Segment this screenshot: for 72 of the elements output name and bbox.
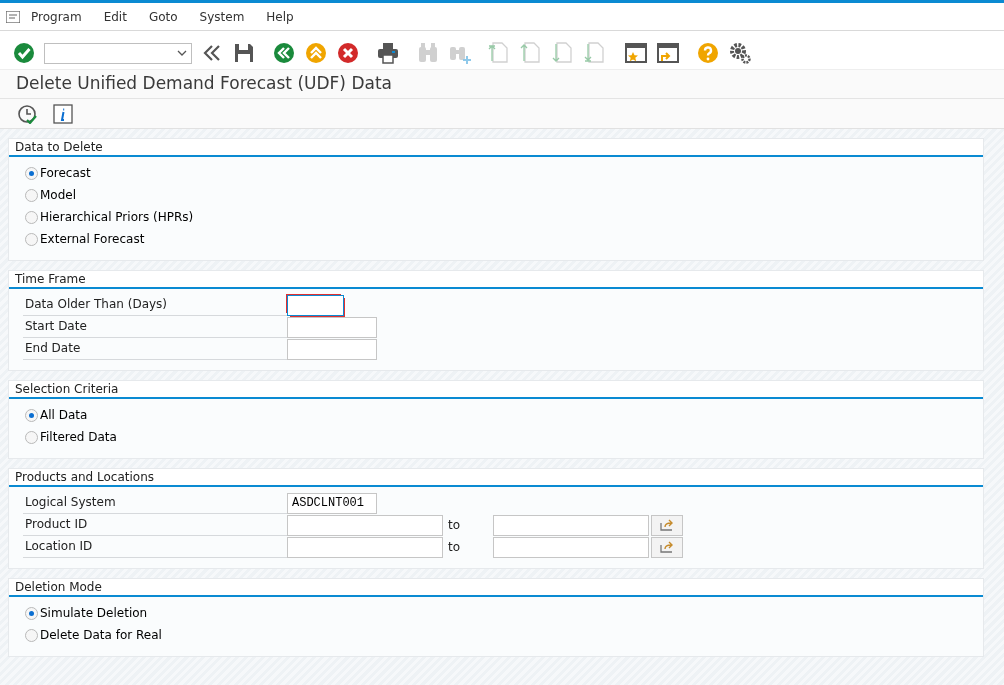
exit-button[interactable]: [304, 41, 328, 65]
input-field[interactable]: [287, 294, 344, 316]
field-label: Start Date: [23, 316, 287, 338]
field-label: Location ID: [23, 536, 287, 558]
range-label: to: [447, 539, 462, 556]
radio-button[interactable]: [25, 188, 38, 202]
menu-item[interactable]: Help: [255, 7, 305, 26]
radio-button[interactable]: [25, 166, 38, 180]
binoculars-icon: [416, 41, 440, 65]
export-arrow-icon: [660, 519, 674, 531]
radio-option[interactable]: External Forecast: [25, 228, 145, 250]
export-arrow-icon: [660, 541, 674, 553]
group-title: Deletion Mode: [9, 579, 983, 597]
menu-item[interactable]: Goto: [137, 7, 189, 26]
radio-option[interactable]: Simulate Deletion: [25, 602, 148, 624]
input-field[interactable]: ASDCLNT001: [287, 492, 377, 514]
radio-option[interactable]: Filtered Data: [25, 426, 117, 448]
check-icon: [12, 41, 36, 65]
radio-button[interactable]: [25, 232, 38, 246]
cancel-button[interactable]: [336, 41, 360, 65]
field-label: End Date: [23, 338, 287, 360]
gear-icon: [728, 41, 752, 65]
save-icon: [232, 41, 256, 65]
input-field[interactable]: [493, 514, 649, 536]
input-field[interactable]: [287, 536, 443, 558]
radio-option[interactable]: Delete Data for Real: [25, 624, 162, 646]
check-button[interactable]: [12, 41, 36, 65]
back-icon: [272, 41, 296, 65]
group-title: Selection Criteria: [9, 381, 983, 399]
radio-option[interactable]: Model: [25, 184, 77, 206]
cancel-icon: [336, 41, 360, 65]
radio-button[interactable]: [25, 430, 38, 444]
menu-icon: [6, 10, 20, 23]
radio-button[interactable]: [25, 210, 38, 224]
print-icon: [376, 41, 400, 65]
input-field[interactable]: [287, 316, 377, 338]
input-field[interactable]: [287, 514, 443, 536]
back-button[interactable]: [272, 41, 296, 65]
group-title: Time Frame: [9, 271, 983, 289]
range-label: to: [447, 517, 462, 534]
exit-icon: [304, 41, 328, 65]
radio-option[interactable]: All Data: [25, 404, 88, 426]
gear-button[interactable]: [728, 41, 752, 65]
dropdown-caret-icon: [177, 50, 187, 56]
group-title: Data to Delete: [9, 139, 983, 157]
info-button[interactable]: [51, 101, 75, 126]
field-label: Data Older Than (Days): [23, 294, 287, 316]
page-title: Delete Unified Demand Forecast (UDF) Data: [16, 72, 392, 96]
help-icon: [696, 41, 720, 65]
input-field[interactable]: [493, 536, 649, 558]
radio-button[interactable]: [25, 408, 38, 422]
multiple-selection-button[interactable]: [651, 536, 683, 558]
group-title: Products and Locations: [9, 469, 983, 487]
input-field[interactable]: [287, 338, 377, 360]
save-button[interactable]: [232, 41, 256, 65]
field-label: Logical System: [23, 492, 287, 514]
command-field[interactable]: [44, 42, 192, 64]
help-button[interactable]: [696, 41, 720, 65]
radio-option[interactable]: Forecast: [25, 162, 91, 184]
window-star-button[interactable]: [624, 41, 648, 65]
radio-option[interactable]: Hierarchical Priors (HPRs): [25, 206, 194, 228]
menu-item[interactable]: Program: [20, 7, 93, 26]
print-button[interactable]: [376, 41, 400, 65]
radio-button[interactable]: [25, 628, 38, 642]
window-arrow-button[interactable]: [656, 41, 680, 65]
field-label: Product ID: [23, 514, 287, 536]
menu-item[interactable]: System: [188, 7, 256, 26]
multiple-selection-button[interactable]: [651, 514, 683, 536]
info-icon: [53, 103, 73, 124]
menu-item[interactable]: Edit: [92, 7, 138, 26]
radio-button[interactable]: [25, 606, 38, 620]
clock-check-icon: [17, 103, 37, 124]
